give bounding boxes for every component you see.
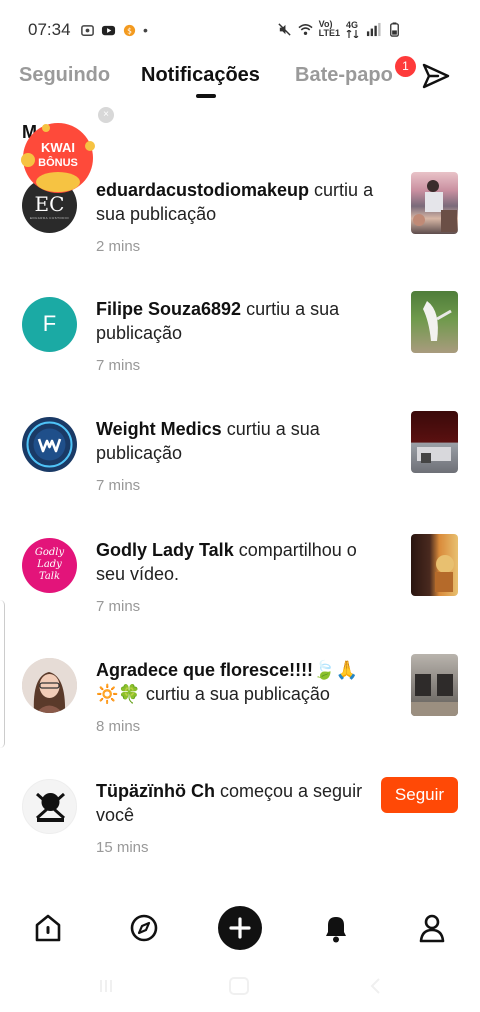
home-system-icon[interactable] [227,976,251,996]
avatar-text: Godly Lady Talk [34,547,65,582]
avatar-letter: F [42,311,57,336]
status-left-icons: $ • [80,22,148,38]
post-thumbnail[interactable] [411,172,458,234]
notification-time: 2 mins [96,238,141,255]
kwai-bonus-line1: KWAI [41,140,75,155]
notification-text: Godly Lady Talk compartilhou o seu vídeo… [96,538,376,586]
godly-lady-logo[interactable]: Godly Lady Talk [22,538,77,593]
notification-username[interactable]: eduardacustodiomakeup [96,180,309,200]
post-thumbnail-image [423,301,452,341]
notifications-bell-icon[interactable] [318,910,354,946]
letter-avatar[interactable]: F [22,297,77,352]
post-thumbnail-image [435,555,454,592]
post-thumbnail-image [417,447,451,463]
profile-icon[interactable] [414,910,450,946]
send-message-icon[interactable] [420,60,452,92]
signal-icon [366,22,381,36]
weight-medics-logo[interactable] [22,417,77,472]
close-kwai-bonus-icon[interactable]: × [98,107,114,123]
back-icon[interactable] [366,976,386,996]
post-thumbnail-image [411,674,458,716]
screenshot-icon [81,24,94,36]
active-tab-indicator [196,94,216,98]
kwai-bonus-icon[interactable]: KWAI BÔNUS [18,120,98,196]
status-bar: 07:34 $ • Vo) LTE1 4G [0,0,480,60]
edge-panel-handle[interactable] [0,600,5,748]
emblem-avatar[interactable] [22,779,77,834]
post-thumbnail[interactable] [411,291,458,353]
notification-text: Agradece que floresce!!!!🍃🙏🔆🍀 curtiu a s… [96,658,376,706]
battery-icon [390,21,399,37]
notification-item[interactable]: Weight Medics curtiu a sua publicação 7 … [0,411,480,537]
network-4g: 4G [346,20,360,38]
wifi-icon [298,23,313,35]
post-thumbnail[interactable] [411,654,458,716]
notification-time: 15 mins [96,839,149,856]
kwai-bonus-line2: BÔNUS [38,156,78,169]
status-dot: • [143,22,148,38]
mute-icon [278,22,291,36]
status-right-icons: Vo) LTE1 4G [277,20,402,38]
notification-item[interactable]: F Filipe Souza6892 curtiu a sua publicaç… [0,291,480,417]
notification-username[interactable]: Weight Medics [96,419,222,439]
tab-following[interactable]: Seguindo [19,64,110,87]
emblem-logo-icon [36,792,65,822]
home-icon[interactable] [30,910,66,946]
plus-glyph [229,917,251,939]
system-navigation-bar [0,962,480,1012]
status-time: 07:34 [28,20,71,39]
tab-chat[interactable]: Bate-papo [295,64,393,87]
notification-username[interactable]: Tüpäzïnhö Ch [96,781,215,801]
weight-medics-logo-icon [26,421,73,468]
notification-username[interactable]: Godly Lady Talk [96,540,234,560]
photo-avatar[interactable] [22,658,77,713]
notification-action: curtiu a sua publicação [140,684,330,704]
follow-button[interactable]: Seguir [381,777,458,813]
notification-item[interactable]: Agradece que floresce!!!!🍃🙏🔆🍀 curtiu a s… [0,654,480,778]
notification-item[interactable]: Tüpäzïnhö Ch começou a seguir você 15 mi… [0,777,480,899]
avatar-subtitle: EDUARDA CUSTODIO [29,216,70,220]
notification-time: 7 mins [96,477,141,494]
notification-text: Filipe Souza6892 curtiu a sua publicação [96,297,376,345]
post-thumbnail-image [413,180,457,232]
notification-time: 7 mins [96,357,141,374]
tab-notifications[interactable]: Notificações [141,64,260,87]
discover-compass-icon[interactable] [126,910,162,946]
notification-text: Weight Medics curtiu a sua publicação [96,417,376,465]
post-thumbnail[interactable] [411,534,458,596]
notification-text: Tüpäzïnhö Ch começou a seguir você [96,779,376,827]
chat-unread-badge: 1 [395,56,416,77]
youtube-icon [101,25,116,35]
profile-photo-image [22,658,77,713]
create-plus-icon[interactable] [218,906,262,950]
notification-item[interactable]: EC EDUARDA CUSTODIO eduardacustodiomakeu… [0,172,480,298]
svg-text:$: $ [127,26,132,35]
notification-time: 7 mins [96,598,141,615]
notification-item[interactable]: Godly Lady Talk Godly Lady Talk comparti… [0,534,480,658]
recents-icon[interactable] [96,976,116,996]
notification-username[interactable]: Filipe Souza6892 [96,299,241,319]
notification-text: eduardacustodiomakeup curtiu a sua publi… [96,178,376,226]
notification-time: 8 mins [96,718,141,735]
data-arrows-icon [346,29,359,38]
bottom-navigation [0,900,480,960]
network-vo-lte: Vo) LTE1 [318,19,340,38]
app-notification-icon: $ [123,24,136,36]
post-thumbnail[interactable] [411,411,458,473]
